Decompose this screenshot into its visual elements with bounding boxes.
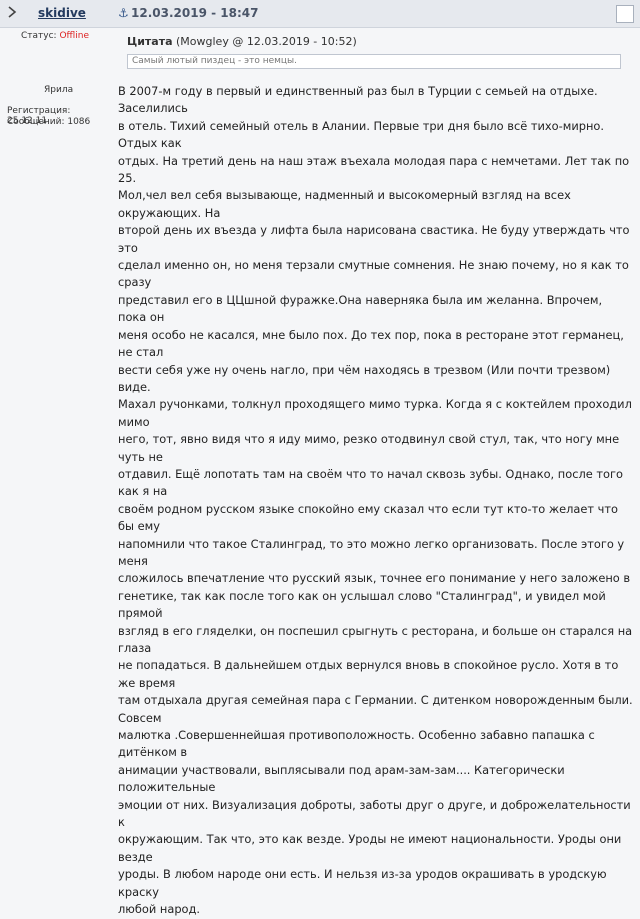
username-link[interactable]: skidive <box>38 6 86 20</box>
user-info-panel: Статус: Offline Ярила Регистрация: 25.12… <box>0 27 111 503</box>
post-count: Сообщений: 1086 <box>7 117 91 127</box>
user-rank: Ярила <box>44 85 74 95</box>
quote-meta: (Mowgley @ 12.03.2019 - 10:52) <box>172 35 357 48</box>
quote-text: Самый лютый пиздец - это немцы. <box>127 54 621 69</box>
post-content: Цитата (Mowgley @ 12.03.2019 - 10:52) Са… <box>111 27 640 916</box>
status-label: Статус: <box>21 31 57 41</box>
post-date: 12.03.2019 - 18:47 <box>131 6 259 20</box>
forum-post: skidive ⚓ 12.03.2019 - 18:47 Статус: Off… <box>0 0 640 916</box>
post-header: skidive ⚓ 12.03.2019 - 18:47 <box>0 0 640 28</box>
anchor-icon[interactable]: ⚓ <box>118 6 129 20</box>
user-status: Статус: Offline <box>21 31 89 41</box>
status-value: Offline <box>59 31 89 41</box>
quote-block: Цитата (Mowgley @ 12.03.2019 - 10:52) Са… <box>127 35 621 69</box>
post-number-box[interactable] <box>616 5 634 23</box>
collapse-icon[interactable] <box>5 5 19 19</box>
quote-label: Цитата <box>127 35 173 48</box>
quote-header: Цитата (Mowgley @ 12.03.2019 - 10:52) <box>127 35 621 48</box>
post-body-text: В 2007-м году в первый и единственный ра… <box>118 84 633 917</box>
